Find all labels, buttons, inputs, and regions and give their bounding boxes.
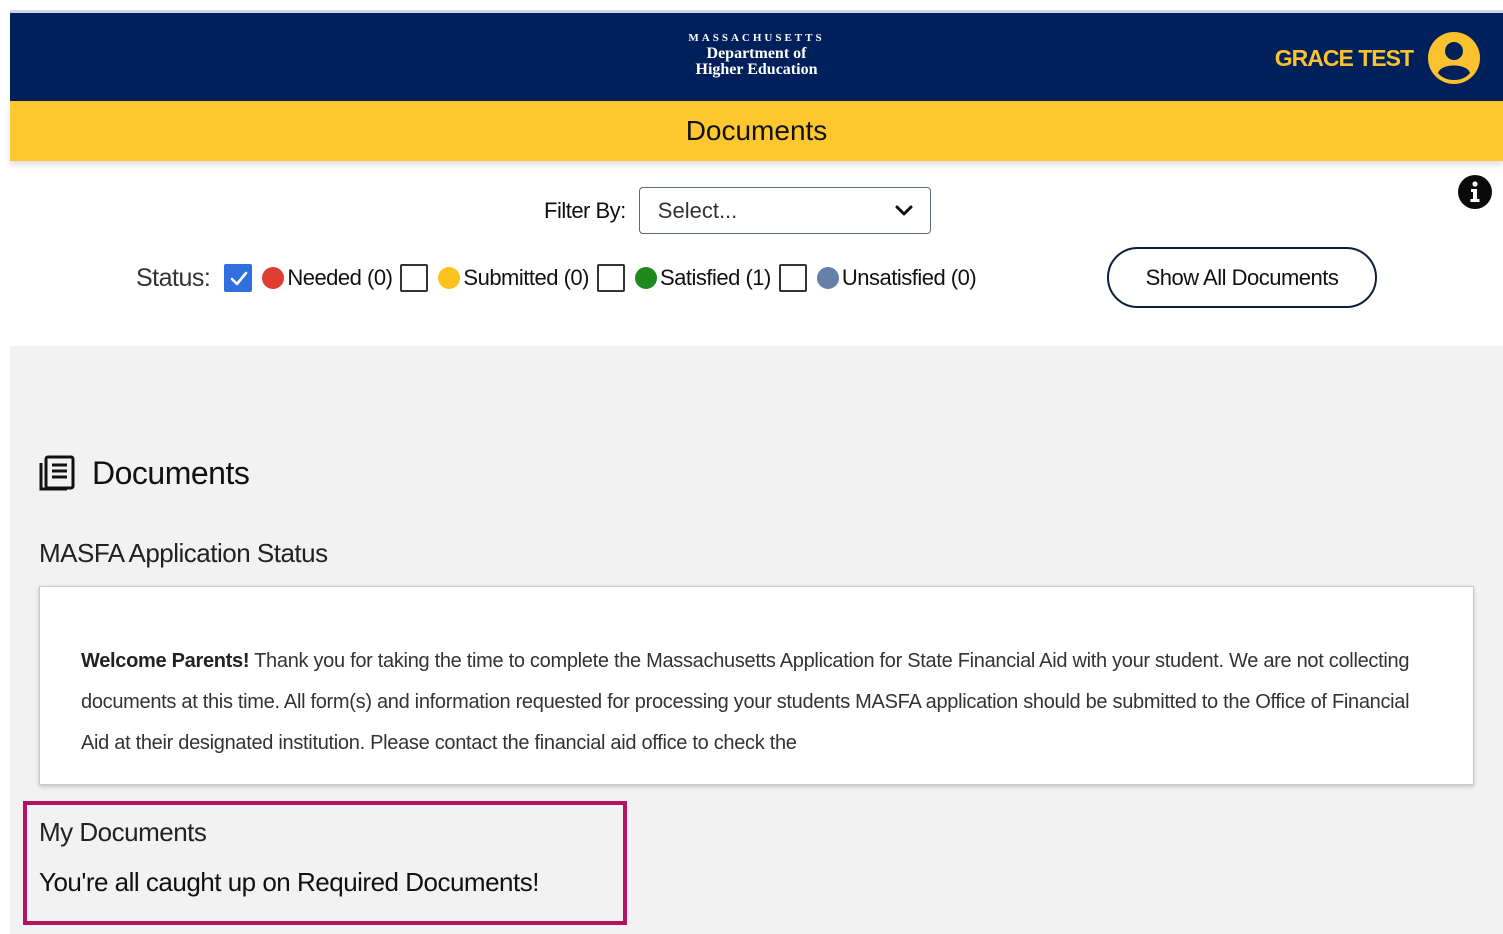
unsatisfied-label: Unsatisfied (0) [841,265,977,290]
show-all-documents-button[interactable]: Show All Documents [1107,247,1377,308]
notice-body: Thank you for taking the time to complet… [81,650,1410,754]
info-icon[interactable] [1457,174,1493,210]
needed-label: Needed (0) [287,265,393,290]
window-top-edge [0,0,1503,10]
user-menu[interactable]: GRACE TEST [1275,31,1481,85]
status-label: Status: [136,263,211,292]
satisfied-checkbox[interactable] [596,264,625,292]
user-name[interactable]: GRACE TEST [1275,45,1414,72]
my-documents-message: You're all caught up on Required Documen… [39,867,539,897]
needed-status-dot [262,267,285,289]
chevron-down-icon [895,205,913,215]
unsatisfied-status-dot [816,267,839,289]
filter-row: Filter By: Select... [544,187,931,234]
my-documents-title: My Documents [39,817,207,847]
documents-icon [39,455,75,491]
my-documents-section: My Documents You're all caught up on Req… [23,801,627,925]
status-filter-row: Status: Needed (0) Submitted (0) Satisfi… [136,256,984,300]
masfa-status-title: MASFA Application Status [39,538,328,568]
submitted-status-dot [438,267,461,289]
filter-select-value: Select... [657,197,738,223]
filter-label: Filter By: [544,197,626,223]
satisfied-status-dot [634,267,657,289]
submitted-checkbox[interactable] [400,264,429,292]
site-header: MASSACHUSETTS Department of Higher Educa… [10,10,1503,101]
needed-checkbox[interactable] [224,264,253,292]
documents-title: Documents [92,454,250,491]
documents-heading: Documents [38,454,250,492]
masfa-notice-panel[interactable]: Welcome Parents! Thank you for taking th… [39,586,1474,785]
masfa-notice-text: Welcome Parents! Thank you for taking th… [81,641,1441,764]
satisfied-label: Satisfied (1) [659,265,771,290]
unsatisfied-checkbox[interactable] [778,264,807,292]
notice-greeting: Welcome Parents! [81,650,250,672]
checkmark-icon [231,271,248,286]
page-title-bar: Documents [10,101,1503,161]
user-avatar-icon[interactable] [1427,31,1481,85]
main-content: Documents MASFA Application Status Welco… [10,346,1503,934]
filter-select[interactable]: Select... [638,187,931,234]
submitted-label: Submitted (0) [463,265,589,290]
